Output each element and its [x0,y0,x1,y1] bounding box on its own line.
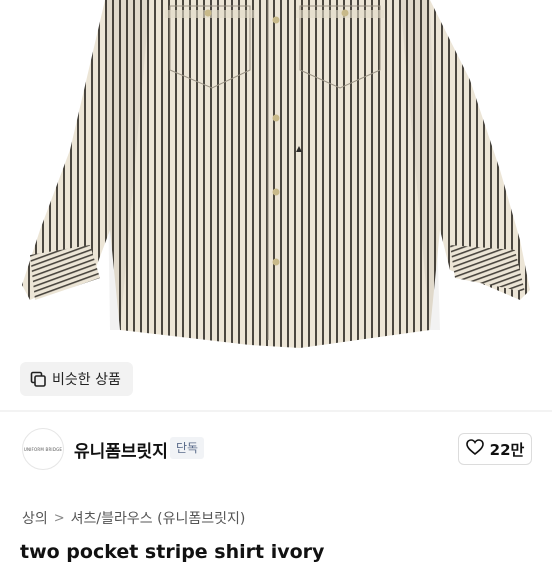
section-divider [0,410,552,412]
heart-icon [465,439,484,459]
breadcrumb-subcategory[interactable]: 셔츠/블라우스 (유니폼브릿지) [71,508,246,528]
breadcrumb: 상의 > 셔츠/블라우스 (유니폼브릿지) [22,508,245,528]
brand-logo-text: UNIFORM BRIDGE [23,446,63,452]
similar-products-button[interactable]: 비슷한 상품 [20,362,133,396]
shirt-photo [22,0,530,348]
like-count: 22만 [489,440,525,459]
similar-products-label: 비슷한 상품 [52,372,121,388]
breadcrumb-category[interactable]: 상의 [22,508,48,528]
like-button[interactable]: 22만 [458,433,532,465]
brand-row: UNIFORM BRIDGE 유니폼브릿지 단독 22만 [0,420,552,480]
copy-icon [30,371,46,387]
chevron-right-icon: > [53,510,65,526]
brand-name[interactable]: 유니폼브릿지 [74,437,168,462]
product-image[interactable]: 비슷한 상품 [0,0,552,410]
brand-logo[interactable]: UNIFORM BRIDGE [22,428,64,470]
product-title: two pocket stripe shirt ivory [20,541,325,563]
exclusive-badge: 단독 [170,437,205,459]
